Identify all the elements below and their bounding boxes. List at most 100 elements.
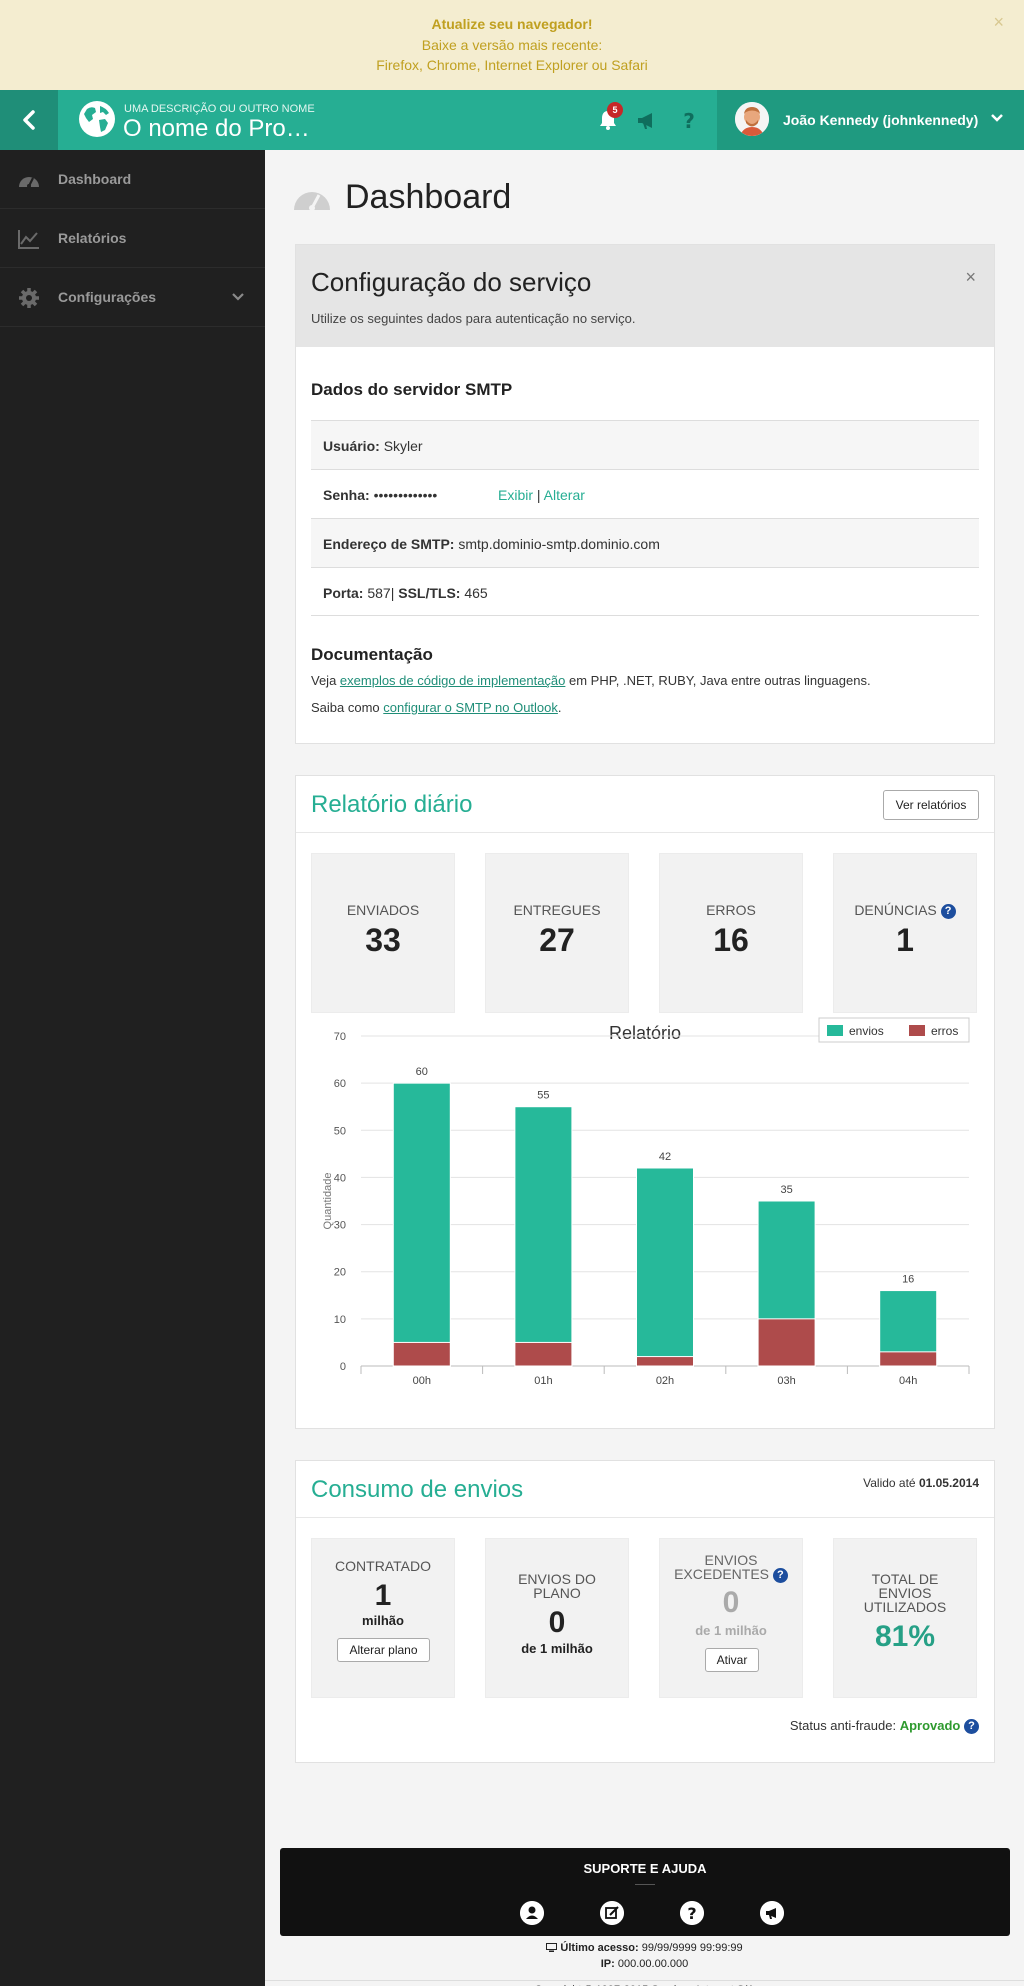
legend-label: envios [849,1024,884,1038]
report-chart: Relatório 0 10 20 30 40 50 60 70 Quantidade 60 00h 5… [311,1016,979,1406]
config-description: Utilize os seguintes dados para autentic… [311,311,636,326]
page-title: Dashboard [345,178,512,216]
help-icon[interactable]: ? [677,108,701,132]
antifraud-value: Aprovado [899,1718,961,1733]
stat-label: ERROS [706,902,756,918]
sidebar-item-relatorios[interactable]: Relatórios [0,209,265,268]
stat-value: 1 [896,922,914,958]
password-label: Senha: [323,487,370,503]
y-tick-label: 70 [334,1031,346,1043]
x-tick-label: 02h [656,1375,674,1387]
bar-envios [514,1106,573,1367]
megaphone-icon[interactable] [635,108,659,132]
daily-report-panel: Relatório diário Ver relatórios ENVIADOS… [295,775,995,1429]
y-tick-label: 50 [334,1125,346,1137]
divider [635,1884,655,1885]
y-tick-label: 20 [334,1267,346,1279]
user-icon[interactable] [520,1901,544,1925]
sidebar-item-configuracoes[interactable]: Configurações [0,268,265,327]
help-icon[interactable]: ? [772,1568,788,1583]
stat-complaints: DENÚNCIAS ? 1 [833,853,977,1013]
chart-icon [18,230,39,249]
code-examples-link[interactable]: exemplos de código de implementação [340,673,565,688]
excess-sends-card: ENVIOS EXCEDENTES ? 0 de 1 milhão Ativar [659,1538,803,1698]
support-footer: SUPORTE E AJUDA ? [280,1848,1010,1936]
change-plan-button[interactable]: Alterar plano [337,1638,430,1662]
banner-browsers: Firefox, Chrome, Internet Explorer ou Sa… [376,57,648,73]
stat-label-text: DENÚNCIAS [854,902,937,918]
card-label: UTILIZADOS [863,1599,947,1615]
valid-date: 01.05.2014 [918,1476,979,1490]
show-password-link[interactable]: Exibir [498,487,533,503]
chevron-left-icon [23,110,35,130]
smtp-port-row: Porta: 587| SSL/TLS: 465 [311,567,979,616]
stat-label: ENVIADOS [346,902,420,918]
contracted-card: CONTRATADO 1 milhão Alterar plano [311,1538,455,1698]
card-label: TOTAL DE [871,1571,939,1587]
copyright: Copyright © 1997-2015 Serviços Internet … [265,1980,1024,1986]
config-close-button[interactable]: × [965,267,976,288]
card-value: 0 [722,1586,740,1619]
card-unit: milhão [362,1613,404,1628]
card-label: ENVIOS DO [518,1571,596,1587]
last-access-label: Último acesso: [560,1942,639,1954]
banner-close-button[interactable]: × [993,12,1004,33]
chevron-down-icon [232,293,244,301]
bar-erros [514,1341,573,1367]
data-label: 42 [659,1151,671,1163]
globe-icon [79,101,115,137]
config-title: Configuração do serviço [311,267,592,297]
card-value: 81% [874,1620,936,1653]
valid-label: Valido até [863,1476,916,1490]
smtp-user-row: Usuário: Skyler [311,420,979,469]
y-tick-label: 40 [334,1172,346,1184]
product-title[interactable]: O nome do Pro… [123,115,310,143]
y-tick-label: 30 [334,1220,346,1232]
legend-swatch [909,1025,925,1036]
service-config-panel: Configuração do serviço Utilize os segui… [295,244,995,744]
stat-delivered: ENTREGUES 27 [485,853,629,1013]
smtp-section-title: Dados do servidor SMTP [311,380,513,399]
ip-label: IP: [600,1958,615,1970]
outlook-setup-link[interactable]: configurar o SMTP no Outlook [383,700,558,715]
user-value: Skyler [383,438,423,454]
help-icon[interactable]: ? [964,1719,979,1734]
top-header: UMA DESCRIÇÃO OU OUTRO NOME O nome do Pr… [0,90,1024,150]
card-label: ENVIOS [878,1585,932,1601]
sidebar-item-dashboard[interactable]: Dashboard [0,150,265,209]
bar-envios [636,1167,694,1367]
svg-text:?: ? [683,109,695,132]
doc-text: . [557,700,562,715]
documentation-line: Saiba como configurar o SMTP no Outlook. [311,700,562,715]
edit-icon[interactable] [600,1901,624,1925]
back-button[interactable] [0,90,58,150]
dashboard-icon [19,177,39,188]
data-label: 16 [902,1274,914,1286]
megaphone-icon[interactable] [760,1901,784,1925]
legend-swatch [827,1025,843,1036]
report-chart-svg: Relatório 0 10 20 30 40 50 60 70 Quantidade 60 00h 5… [322,1017,970,1387]
port-label: Porta: [323,585,364,601]
bar-erros [879,1351,938,1367]
chevron-down-icon [991,114,1003,122]
activate-button[interactable]: Ativar [705,1648,759,1672]
view-reports-button[interactable]: Ver relatórios [883,790,979,820]
change-password-link[interactable]: Alterar [544,487,585,503]
divider [296,832,994,833]
browser-update-banner: Atualize seu navegador! Baixe a versão m… [0,0,1024,90]
gear-icon [19,288,39,308]
address-value: smtp.dominio-smtp.dominio.com [458,536,660,552]
consumption-panel: Consumo de envios Valido até 01.05.2014 … [295,1460,995,1763]
help-icon[interactable]: ? [940,904,956,919]
user-menu[interactable]: João Kennedy (johnkennedy) [717,90,1024,150]
legend-label: erros [931,1024,958,1038]
help-icon[interactable]: ? [680,1901,704,1925]
divider [296,1517,994,1518]
main-content: Dashboard Configuração do serviço Utiliz… [265,150,1024,1986]
smtp-address-row: Endereço de SMTP: smtp.dominio-smtp.domi… [311,518,979,567]
link-separator: | [536,487,541,503]
bar-erros [636,1356,694,1367]
antifraud-label: Status anti-fraude: [789,1718,897,1733]
svg-text:?: ? [687,1904,696,1923]
sidebar-item-label: Dashboard [58,171,132,187]
